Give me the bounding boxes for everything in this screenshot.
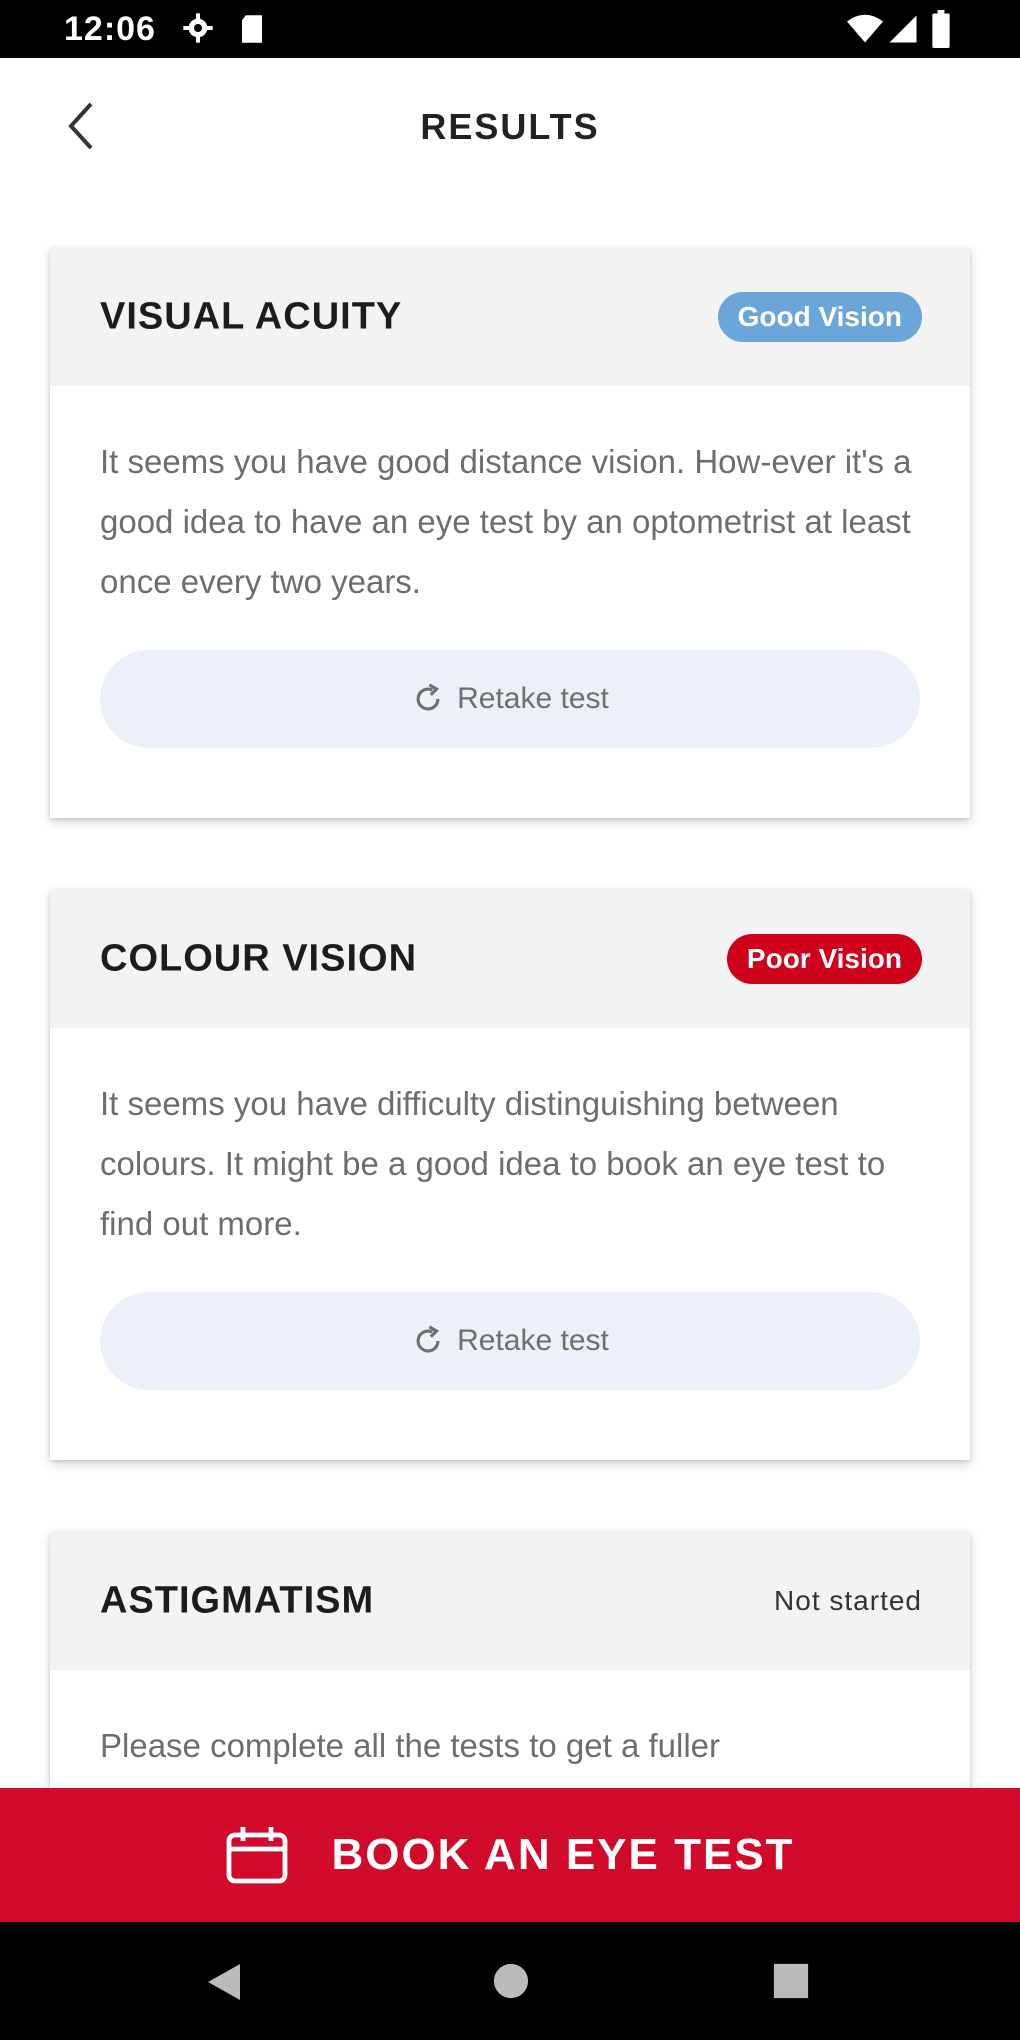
card-header: VISUAL ACUITY Good Vision (50, 248, 970, 386)
retake-test-button[interactable]: Retake test (100, 650, 920, 748)
card-description: It seems you have good distance vision. … (100, 443, 912, 600)
system-nav-bar (0, 1922, 1020, 2040)
battery-icon (932, 10, 950, 48)
status-time: 12:06 (64, 10, 156, 48)
sd-card-icon (242, 15, 262, 43)
card-header: COLOUR VISION Poor Vision (50, 890, 970, 1028)
page-title: RESULTS (420, 106, 600, 147)
retake-test-button[interactable]: Retake test (100, 1292, 920, 1390)
status-bar: 12:06 (0, 0, 1020, 58)
retake-label: Retake test (457, 682, 609, 715)
book-eye-test-button[interactable]: BOOK AN EYE TEST (0, 1788, 1020, 1922)
app-header: RESULTS (0, 58, 1020, 198)
card-title: VISUAL ACUITY (100, 295, 403, 338)
colour-vision-card: COLOUR VISION Poor Vision It seems you h… (50, 890, 970, 1460)
card-description: Please complete all the tests to get a f… (100, 1727, 721, 1764)
status-badge: Good Vision (717, 292, 922, 342)
wifi-icon (847, 14, 883, 43)
status-label: Not started (774, 1585, 922, 1616)
status-badge: Poor Vision (726, 934, 922, 984)
refresh-icon (416, 683, 440, 711)
card-title: ASTIGMATISM (100, 1579, 375, 1622)
nav-home-icon[interactable] (492, 1962, 530, 2000)
card-header: ASTIGMATISM Not started (50, 1532, 970, 1670)
calendar-icon (227, 1827, 288, 1884)
retake-label: Retake test (457, 1324, 609, 1357)
visual-acuity-card: VISUAL ACUITY Good Vision It seems you h… (50, 248, 970, 818)
card-title: COLOUR VISION (100, 937, 418, 980)
cta-label: BOOK AN EYE TEST (331, 1830, 795, 1879)
signal-icon (889, 15, 917, 43)
gear-icon (183, 13, 213, 43)
nav-recents-icon[interactable] (772, 1962, 810, 2000)
card-description: It seems you have difficulty distinguish… (100, 1085, 886, 1242)
nav-back-icon[interactable] (204, 1962, 244, 2002)
refresh-icon (416, 1325, 440, 1353)
